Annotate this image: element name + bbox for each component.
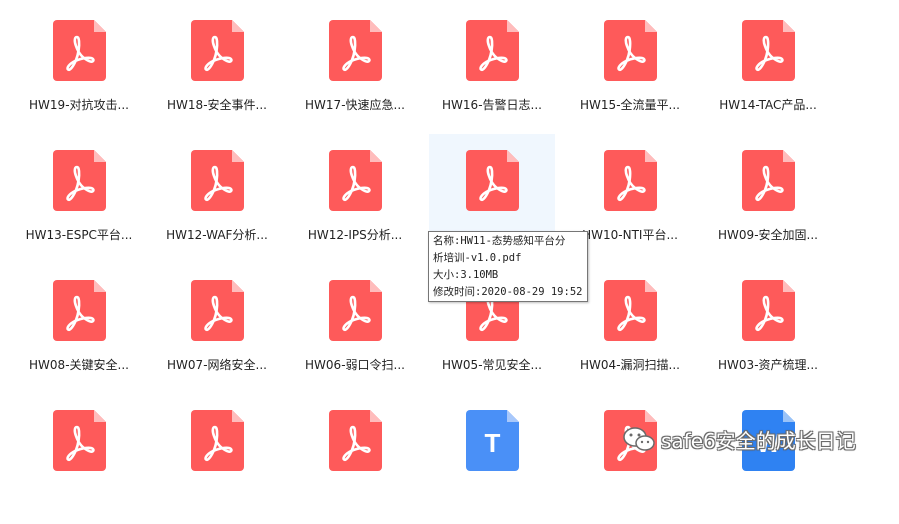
pdf-icon: [191, 280, 244, 341]
file-item[interactable]: HW15-全流量平...: [567, 4, 693, 134]
file-label: HW12-IPS分析...: [307, 228, 403, 242]
pdf-icon: [53, 410, 106, 471]
file-item[interactable]: HW12-IPS分析...: [292, 134, 418, 264]
file-label: HW06-弱口令扫...: [305, 358, 405, 372]
file-label: HW17-快速应急...: [305, 98, 405, 112]
pdf-icon: [742, 150, 795, 211]
file-item[interactable]: HW16-告警日志...: [429, 4, 555, 134]
file-item[interactable]: HW03-资产梳理...: [705, 264, 831, 394]
pdf-icon: [191, 410, 244, 471]
pdf-icon: [53, 280, 106, 341]
file-label: HW15-全流量平...: [580, 98, 680, 112]
file-label: HW05-常见安全...: [442, 358, 542, 372]
file-label: HW16-告警日志...: [442, 98, 542, 112]
file-item[interactable]: HW18-安全事件...: [154, 4, 280, 134]
file-item[interactable]: T: [429, 394, 555, 524]
pdf-icon: [191, 20, 244, 81]
file-item[interactable]: [154, 394, 280, 524]
file-label: HW12-WAF分析...: [166, 228, 268, 242]
pdf-icon: [329, 280, 382, 341]
file-label: HW19-对抗攻击...: [29, 98, 129, 112]
pdf-icon: [742, 280, 795, 341]
tooltip-name-line1: 名称:HW11-态势感知平台分: [433, 235, 566, 247]
tooltip-modified: 修改时间:2020-08-29 19:52: [433, 286, 583, 298]
pdf-icon: [53, 20, 106, 81]
file-item[interactable]: [292, 394, 418, 524]
tooltip-size: 大小:3.10MB: [433, 269, 499, 281]
pdf-icon: [191, 150, 244, 211]
file-label: HW08-关键安全...: [29, 358, 129, 372]
file-item[interactable]: [16, 394, 142, 524]
pdf-icon: [53, 150, 106, 211]
file-label: HW03-资产梳理...: [718, 358, 818, 372]
file-label: HW09-安全加固...: [718, 228, 818, 242]
file-item[interactable]: HW08-关键安全...: [16, 264, 142, 394]
file-label: HW04-漏洞扫描...: [580, 358, 680, 372]
file-label: HW14-TAC产品...: [719, 98, 817, 112]
file-item[interactable]: HW14-TAC产品...: [705, 4, 831, 134]
text-file-icon: T: [466, 410, 519, 471]
file-label: HW18-安全事件...: [167, 98, 267, 112]
file-item[interactable]: HW13-ESPC平台...: [16, 134, 142, 264]
file-item[interactable]: W: [705, 394, 831, 524]
pdf-icon: [466, 20, 519, 81]
svg-text:T: T: [485, 428, 501, 458]
pdf-icon: [329, 410, 382, 471]
file-tooltip: 名称:HW11-态势感知平台分 析培训-v1.0.pdf 大小:3.10MB 修…: [428, 231, 588, 302]
file-label: HW07-网络安全...: [167, 358, 267, 372]
pdf-icon: [604, 280, 657, 341]
file-item[interactable]: HW06-弱口令扫...: [292, 264, 418, 394]
file-label: HW13-ESPC平台...: [25, 228, 133, 242]
pdf-icon: [604, 150, 657, 211]
file-item[interactable]: HW12-WAF分析...: [154, 134, 280, 264]
file-item[interactable]: HW19-对抗攻击...: [16, 4, 142, 134]
file-item[interactable]: HW17-快速应急...: [292, 4, 418, 134]
pdf-icon: [329, 150, 382, 211]
file-item[interactable]: HW09-安全加固...: [705, 134, 831, 264]
file-item[interactable]: HW07-网络安全...: [154, 264, 280, 394]
watermark-text: safe6安全的成长日记: [661, 428, 856, 453]
pdf-icon: [329, 20, 382, 81]
file-item[interactable]: [567, 394, 693, 524]
wechat-icon: [623, 427, 655, 451]
pdf-icon: [466, 150, 519, 211]
pdf-icon: [604, 20, 657, 81]
pdf-icon: [742, 20, 795, 81]
tooltip-name-line2: 析培训-v1.0.pdf: [433, 252, 522, 264]
watermark: safe6安全的成长日记: [621, 422, 856, 456]
